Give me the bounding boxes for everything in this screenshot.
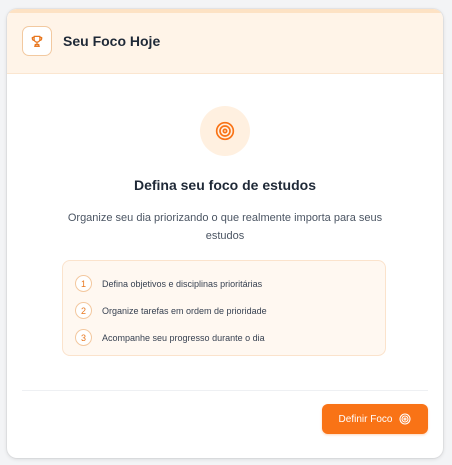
define-focus-button[interactable]: Definir Foco	[322, 404, 428, 434]
main-subtitle: Organize seu dia priorizando o que realm…	[67, 212, 383, 242]
main-title: Defina seu foco de estudos	[133, 177, 317, 193]
card-header: Seu Foco Hoje	[7, 9, 443, 74]
step-item: 1 Defina objetivos e disciplinas priorit…	[75, 275, 262, 292]
step-text: Defina objetivos e disciplinas prioritár…	[102, 278, 263, 289]
step-item: 3 Acompanhe seu progresso durante o dia	[75, 329, 265, 346]
step-number: 3	[75, 329, 92, 346]
define-focus-label: Definir Foco	[338, 413, 393, 425]
target-icon	[399, 413, 412, 425]
step-text: Organize tarefas em ordem de prioridade	[102, 305, 267, 316]
focus-card: Seu Foco Hoje Defina seu foco de estudos…	[7, 9, 443, 458]
step-number: 1	[75, 275, 92, 292]
trophy-icon	[22, 26, 52, 56]
target-icon	[200, 106, 250, 156]
top-accent-bar	[7, 9, 443, 13]
steps-list: 1 Defina objetivos e disciplinas priorit…	[62, 260, 386, 356]
step-text: Acompanhe seu progresso durante o dia	[102, 332, 265, 343]
card-title: Seu Foco Hoje	[63, 33, 161, 49]
step-item: 2 Organize tarefas em ordem de prioridad…	[75, 302, 267, 319]
footer-divider	[22, 390, 428, 391]
step-number: 2	[75, 302, 92, 319]
